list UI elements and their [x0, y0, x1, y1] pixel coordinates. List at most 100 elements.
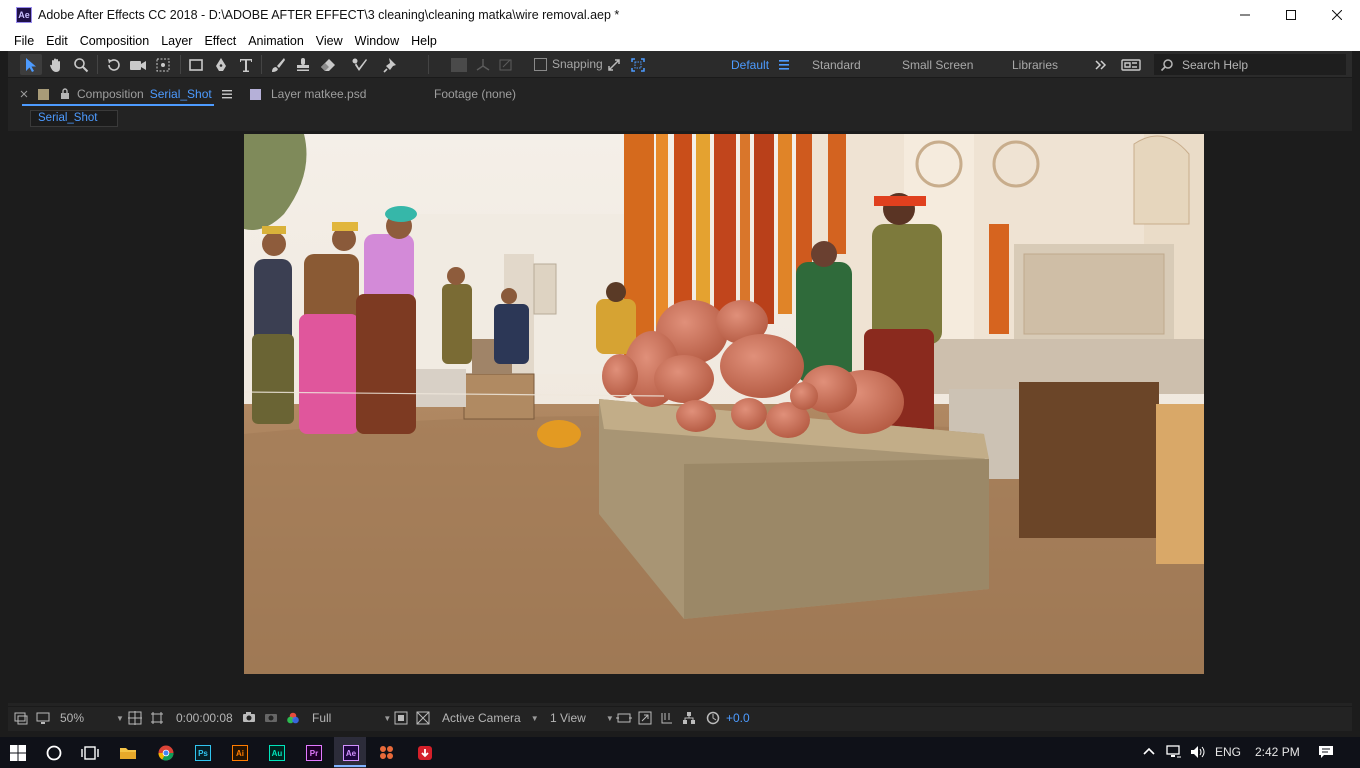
menu-composition[interactable]: Composition	[74, 34, 155, 48]
monitor-icon[interactable]	[36, 711, 50, 725]
tab-layer-label: Layer matkee.psd	[271, 87, 367, 101]
workspace-default[interactable]: Default	[731, 58, 769, 72]
after-effects-taskbar-icon[interactable]: Ae	[341, 743, 361, 763]
toolbar-separator	[261, 55, 262, 74]
rectangle-tool-icon[interactable]	[185, 54, 207, 75]
world-axis-mode-icon[interactable]	[472, 54, 494, 75]
close-tab-icon[interactable]	[20, 90, 28, 98]
roto-brush-tool-icon[interactable]	[349, 54, 371, 75]
tab-composition-prefix: Composition	[77, 87, 144, 101]
magnification-dropdown[interactable]: 50% ▼	[60, 711, 124, 725]
zoom-tool-icon[interactable]	[70, 54, 92, 75]
camera-tool-icon[interactable]	[127, 54, 149, 75]
lock-icon[interactable]	[60, 88, 70, 100]
snapshot-camera-icon[interactable]	[242, 711, 256, 723]
resolution-dropdown[interactable]: Full ▼	[312, 711, 391, 725]
selection-tool-icon[interactable]	[20, 54, 42, 75]
after-effects-logo-icon: Ae	[16, 7, 32, 23]
chrome-icon[interactable]	[156, 743, 176, 763]
illustrator-icon[interactable]: Ai	[230, 743, 250, 763]
reset-exposure-icon[interactable]	[706, 711, 720, 725]
snap-edges-icon[interactable]	[603, 54, 625, 75]
audition-icon[interactable]: Au	[267, 743, 287, 763]
current-time[interactable]: 0:00:00:08	[176, 711, 233, 725]
close-button[interactable]	[1314, 0, 1360, 30]
color-channels-icon[interactable]	[286, 711, 300, 725]
grid-guides-icon[interactable]	[128, 711, 142, 725]
media-app-icon[interactable]	[378, 743, 398, 763]
pen-tool-icon[interactable]	[210, 54, 232, 75]
action-center-icon[interactable]	[1318, 745, 1334, 762]
menu-window[interactable]: Window	[349, 34, 405, 48]
timeline-icon[interactable]	[660, 711, 674, 725]
workspace-menu-icon[interactable]	[774, 54, 796, 75]
transparency-grid-icon[interactable]	[416, 711, 430, 725]
flowchart-icon[interactable]	[682, 711, 696, 725]
menu-view[interactable]: View	[310, 34, 349, 48]
search-help-field[interactable]: Search Help	[1154, 54, 1346, 75]
network-icon[interactable]	[1166, 745, 1182, 762]
menu-edit[interactable]: Edit	[40, 34, 74, 48]
menu-animation[interactable]: Animation	[242, 34, 310, 48]
menu-effect[interactable]: Effect	[198, 34, 242, 48]
clock[interactable]: 2:42 PM	[1255, 745, 1300, 759]
cortana-icon[interactable]	[44, 743, 64, 763]
task-view-icon[interactable]	[80, 743, 100, 763]
tab-layer[interactable]: Layer matkee.psd	[250, 87, 366, 101]
show-snapshot-icon[interactable]	[264, 711, 278, 723]
file-explorer-icon[interactable]	[118, 743, 138, 763]
view-layout-value: 1 View	[550, 711, 586, 725]
composition-navigator-tab[interactable]: Serial_Shot	[30, 110, 118, 127]
snapping-checkbox[interactable]	[534, 57, 547, 71]
chevron-down-icon: ▼	[530, 713, 539, 723]
more-workspaces-icon[interactable]	[1090, 54, 1112, 75]
always-preview-icon[interactable]	[14, 711, 28, 725]
exposure-value[interactable]: +0.0	[726, 711, 750, 725]
workspace-libraries[interactable]: Libraries	[1012, 58, 1058, 72]
menu-layer[interactable]: Layer	[155, 34, 198, 48]
volume-icon[interactable]	[1190, 745, 1206, 762]
maximize-button[interactable]	[1268, 0, 1314, 30]
puppet-pin-tool-icon[interactable]	[380, 54, 402, 75]
workspace-standard[interactable]: Standard	[812, 58, 861, 72]
view-layout-dropdown[interactable]: 1 View ▼	[550, 711, 614, 725]
text-tool-icon[interactable]	[235, 54, 257, 75]
premiere-icon[interactable]: Pr	[304, 743, 324, 763]
language-indicator[interactable]: ENG	[1215, 745, 1241, 759]
toolbar-separator	[180, 55, 181, 74]
local-axis-mode-icon[interactable]	[448, 54, 470, 75]
3d-view-dropdown[interactable]: Active Camera ▼	[442, 711, 539, 725]
workspace-small-screen[interactable]: Small Screen	[902, 58, 973, 72]
show-hidden-icons[interactable]	[1143, 745, 1155, 759]
photoshop-icon[interactable]: Ps	[193, 743, 213, 763]
pan-behind-tool-icon[interactable]	[152, 54, 174, 75]
clone-stamp-tool-icon[interactable]	[292, 54, 314, 75]
maximize-icon	[1286, 10, 1296, 20]
workspace-editor-icon[interactable]	[1120, 54, 1142, 75]
tab-composition[interactable]: Composition Serial_Shot	[20, 87, 234, 101]
rotation-tool-icon[interactable]	[103, 54, 125, 75]
tab-footage[interactable]: Footage (none)	[434, 87, 516, 101]
snap-features-icon[interactable]	[627, 54, 649, 75]
menu-help[interactable]: Help	[405, 34, 443, 48]
3d-view-value: Active Camera	[442, 711, 521, 725]
menu-file[interactable]: File	[8, 34, 40, 48]
start-button-icon[interactable]	[8, 743, 28, 763]
layer-color-icon	[250, 88, 261, 100]
region-of-interest-icon[interactable]	[394, 711, 408, 725]
toggle-pixel-aspect-icon[interactable]	[616, 711, 632, 725]
panel-menu-icon[interactable]	[221, 89, 234, 99]
snapping-toggle[interactable]: Snapping	[534, 57, 603, 71]
hand-tool-icon[interactable]	[45, 54, 67, 75]
fast-previews-icon[interactable]	[638, 711, 652, 725]
brush-tool-icon[interactable]	[267, 54, 289, 75]
download-app-icon[interactable]	[415, 743, 435, 763]
eraser-tool-icon[interactable]	[317, 54, 339, 75]
mask-visibility-icon[interactable]	[150, 711, 164, 725]
magnification-value: 50%	[60, 711, 85, 725]
view-axis-mode-icon[interactable]	[495, 54, 517, 75]
minimize-button[interactable]	[1222, 0, 1268, 30]
tab-composition-name: Serial_Shot	[149, 87, 212, 101]
composition-viewer[interactable]	[8, 131, 1352, 703]
snapping-label: Snapping	[552, 57, 603, 71]
